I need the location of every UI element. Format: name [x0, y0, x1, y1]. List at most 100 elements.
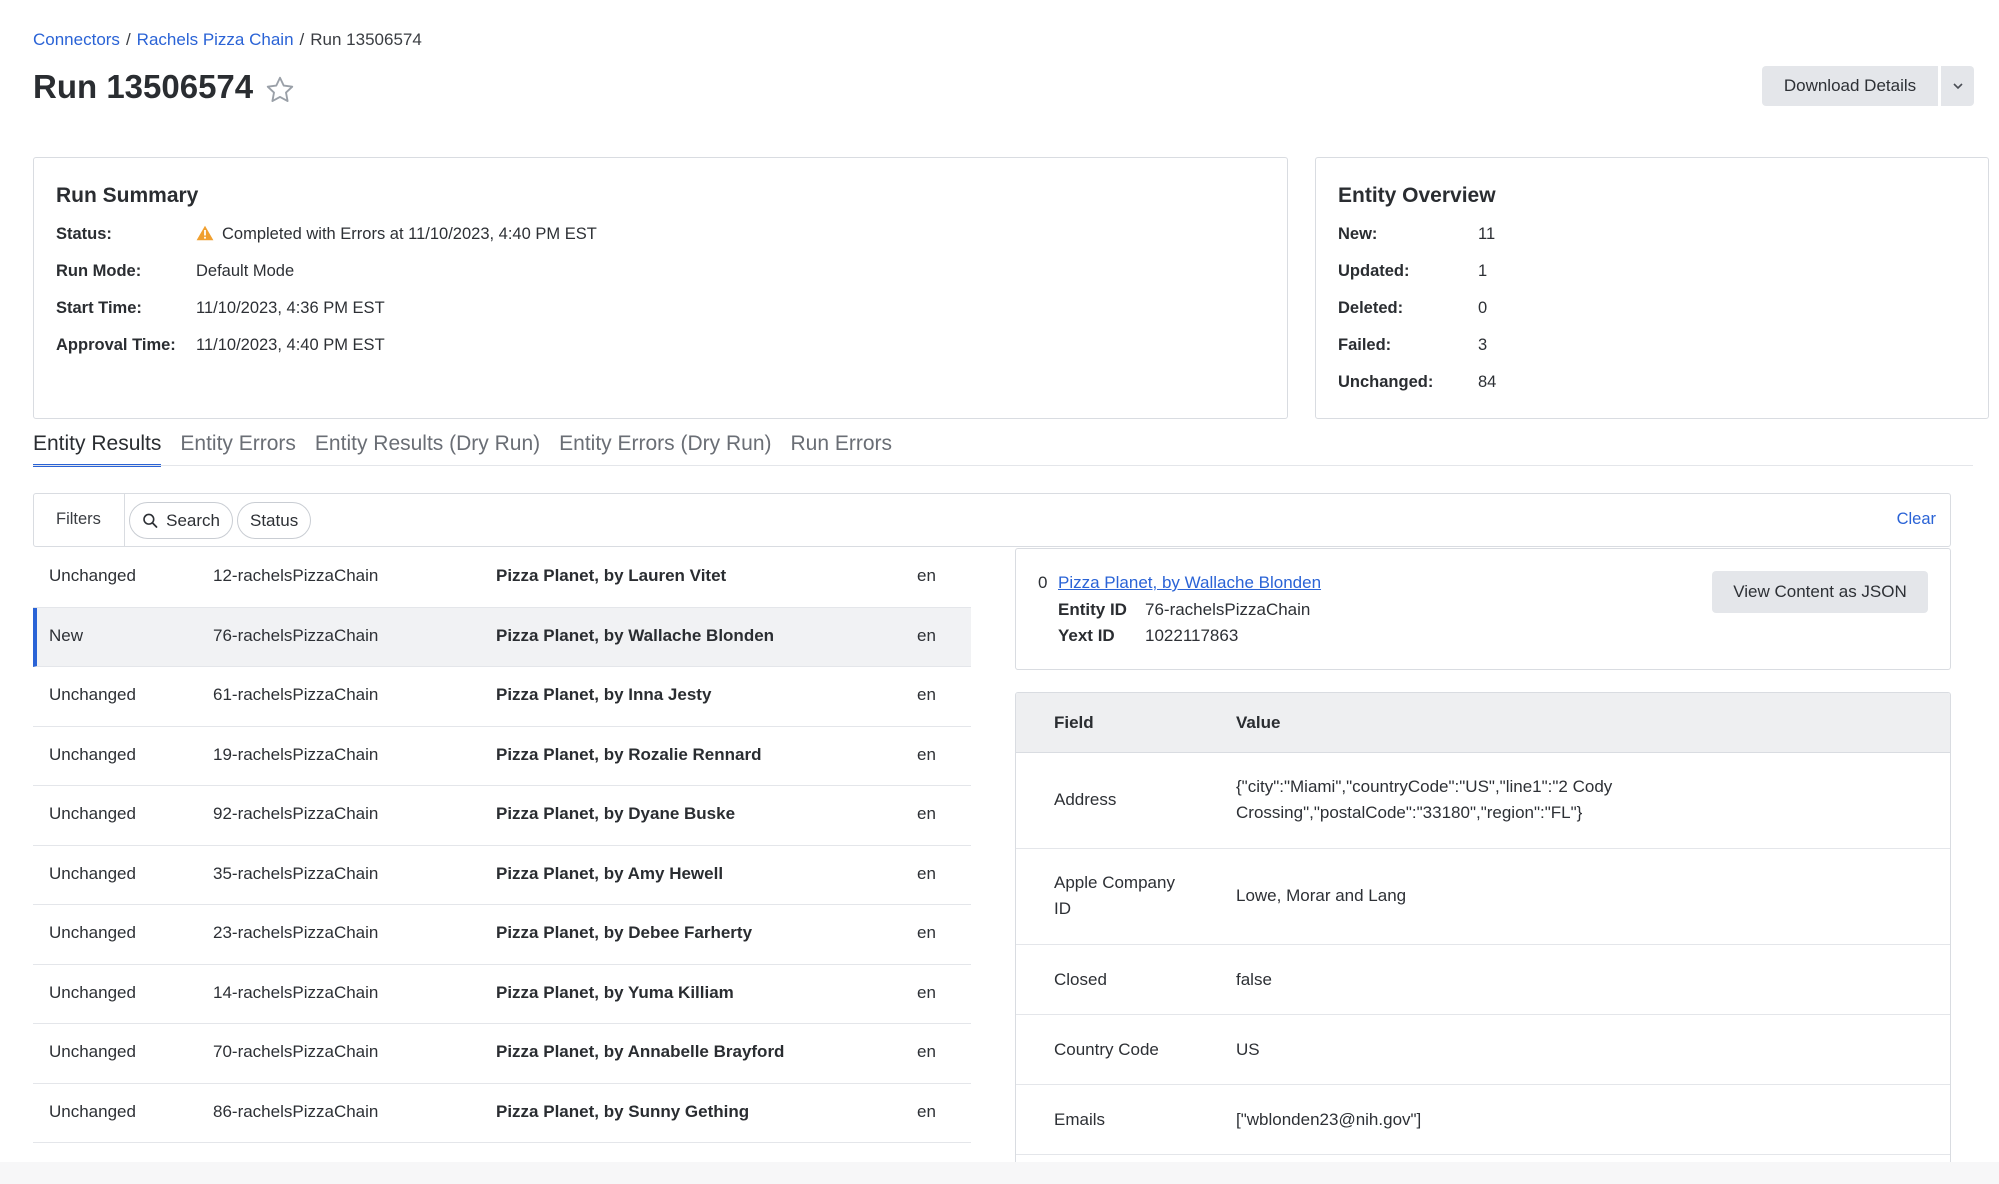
- overview-value: 1: [1478, 262, 1488, 280]
- list-item[interactable]: Unchanged 70-rachelsPizzaChain Pizza Pla…: [33, 1024, 971, 1084]
- row-status: New: [49, 625, 84, 645]
- download-menu-toggle[interactable]: [1940, 66, 1974, 106]
- row-entity-id: 23-rachelsPizzaChain: [213, 923, 379, 942]
- clear-filters-link[interactable]: Clear: [1897, 510, 1936, 529]
- summary-key: Status:: [56, 225, 112, 243]
- overview-key: Failed:: [1338, 336, 1392, 354]
- entity-id-value: 76-rachelsPizzaChain: [1145, 600, 1311, 619]
- field-value: false: [1236, 970, 1272, 989]
- bottom-fade: [0, 1162, 1999, 1184]
- row-language: en: [917, 804, 936, 823]
- filters-label: Filters: [56, 510, 101, 528]
- status-filter-label: Status: [250, 510, 299, 530]
- tab-run-errors[interactable]: Run Errors: [791, 432, 893, 467]
- entity-overview-card: Entity Overview New: 11 Updated: 1 Deleted…: [1315, 157, 1989, 419]
- row-entity-id: 35-rachelsPizzaChain: [213, 863, 379, 883]
- row-entity-id: 76-rachelsPizzaChain: [213, 625, 379, 645]
- list-item[interactable]: Unchanged 14-rachelsPizzaChain Pizza Pla…: [33, 965, 971, 1024]
- view-json-button[interactable]: View Content as JSON: [1712, 571, 1928, 613]
- row-status: Unchanged: [49, 982, 136, 1002]
- row-status: Unchanged: [49, 744, 136, 764]
- search-icon: [143, 513, 158, 528]
- list-item[interactable]: Unchanged 19-rachelsPizzaChain Pizza Pla…: [33, 727, 971, 786]
- summary-value: Completed with Errors at 11/10/2023, 4:4…: [196, 225, 597, 244]
- list-item[interactable]: Unchanged 61-rachelsPizzaChain Pizza Pla…: [33, 667, 971, 727]
- overview-value: 84: [1478, 373, 1497, 391]
- overview-value: 0: [1478, 299, 1488, 317]
- chevron-down-icon: [1952, 83, 1963, 90]
- summary-key: Run Mode:: [56, 262, 142, 280]
- row-entity-id: 92-rachelsPizzaChain: [213, 804, 379, 823]
- row-entity-name: Pizza Planet, by Sunny Gething: [496, 1101, 750, 1121]
- row-status: Unchanged: [49, 685, 136, 704]
- breadcrumb-chain-link[interactable]: Rachels Pizza Chain: [137, 30, 294, 49]
- search-filter-label: Search: [166, 510, 220, 530]
- field-name: Address: [1054, 790, 1117, 809]
- summary-value: Default Mode: [196, 262, 295, 280]
- row-language: en: [917, 685, 936, 704]
- row-entity-id: 86-rachelsPizzaChain: [213, 1101, 379, 1121]
- overview-key: New:: [1338, 225, 1378, 243]
- status-filter-pill[interactable]: Status: [237, 502, 312, 539]
- summary-key: Start Time:: [56, 299, 142, 317]
- yext-id-value: 1022117863: [1145, 626, 1239, 645]
- entity-overview-title: Entity Overview: [1338, 184, 1496, 207]
- row-language: en: [917, 863, 936, 883]
- results-tabs: Entity Results Entity Errors Entity Resu…: [33, 432, 911, 467]
- overview-value: 3: [1478, 336, 1488, 354]
- field-value: Lowe, Morar and Lang: [1236, 886, 1407, 905]
- status-text: Completed with Errors at 11/10/2023, 4:4…: [222, 225, 597, 243]
- entity-id-label: Entity ID: [1058, 600, 1127, 619]
- overview-row: Updated: 1: [1338, 262, 1487, 281]
- row-entity-name: Pizza Planet, by Annabelle Brayford: [496, 1042, 785, 1061]
- breadcrumb-current: Run 13506574: [310, 30, 422, 49]
- tab-entity-errors[interactable]: Entity Errors: [180, 432, 296, 467]
- row-language: en: [917, 566, 936, 585]
- list-item[interactable]: Unchanged 12-rachelsPizzaChain Pizza Pla…: [33, 548, 971, 608]
- row-entity-name: Pizza Planet, by Dyane Buske: [496, 804, 736, 823]
- download-group: Download Details: [1762, 66, 1974, 106]
- warning-icon: [196, 225, 214, 241]
- row-entity-name: Pizza Planet, by Amy Hewell: [496, 863, 724, 883]
- filters-divider: [124, 494, 125, 546]
- detail-index: 0: [1038, 573, 1048, 592]
- star-icon[interactable]: [264, 74, 296, 106]
- overview-row: Failed: 3: [1338, 336, 1487, 355]
- entity-detail-card: 0 Pizza Planet, by Wallache Blonden Enti…: [1015, 548, 1951, 670]
- list-item[interactable]: Unchanged 86-rachelsPizzaChain Pizza Pla…: [33, 1084, 971, 1143]
- tab-entity-errors-dry-run[interactable]: Entity Errors (Dry Run): [559, 432, 771, 467]
- field-name: Closed: [1054, 970, 1107, 989]
- breadcrumb: Connectors / Rachels Pizza Chain / Run 13506…: [33, 30, 422, 50]
- list-item-selected[interactable]: New 76-rachelsPizzaChain Pizza Planet, b…: [33, 607, 971, 667]
- tab-entity-results-dry-run[interactable]: Entity Results (Dry Run): [315, 432, 540, 467]
- breadcrumb-separator: /: [125, 30, 131, 49]
- overview-value: 11: [1478, 225, 1496, 243]
- entity-title-link[interactable]: Pizza Planet, by Wallache Blonden: [1058, 573, 1321, 593]
- summary-start-time-row: Start Time: 11/10/2023, 4:36 PM EST: [56, 299, 385, 318]
- row-entity-name: Pizza Planet, by Lauren Vitet: [496, 566, 727, 585]
- table-row: Address {"city":"Miami","countryCode":"U…: [1016, 753, 1950, 849]
- field-name: Apple Company ID: [1054, 873, 1175, 918]
- table-row: Country Code US: [1016, 1015, 1950, 1085]
- row-entity-id: 19-rachelsPizzaChain: [213, 744, 379, 764]
- breadcrumb-connectors-link[interactable]: Connectors: [33, 30, 120, 49]
- search-filter-pill[interactable]: Search: [129, 502, 233, 539]
- download-details-button[interactable]: Download Details: [1762, 66, 1938, 106]
- row-status: Unchanged: [49, 863, 136, 883]
- list-item[interactable]: Unchanged 92-rachelsPizzaChain Pizza Pla…: [33, 786, 971, 846]
- breadcrumb-separator: /: [299, 30, 305, 49]
- value-column-header: Value: [1236, 713, 1281, 732]
- row-entity-id: 12-rachelsPizzaChain: [213, 566, 379, 585]
- row-status: Unchanged: [49, 923, 136, 942]
- table-header: Field Value: [1016, 693, 1950, 753]
- field-value: ["wblonden23@nih.gov"]: [1236, 1110, 1422, 1129]
- row-language: en: [917, 1042, 936, 1061]
- tab-entity-results[interactable]: Entity Results: [33, 432, 162, 467]
- field-column-header: Field: [1054, 713, 1094, 732]
- field-name: Emails: [1054, 1110, 1106, 1129]
- overview-key: Deleted:: [1338, 299, 1404, 317]
- list-item[interactable]: Unchanged 23-rachelsPizzaChain Pizza Pla…: [33, 905, 971, 965]
- overview-row: New: 11: [1338, 225, 1495, 244]
- row-entity-name: Pizza Planet, by Debee Farherty: [496, 923, 753, 942]
- list-item[interactable]: Unchanged 35-rachelsPizzaChain Pizza Pla…: [33, 846, 971, 905]
